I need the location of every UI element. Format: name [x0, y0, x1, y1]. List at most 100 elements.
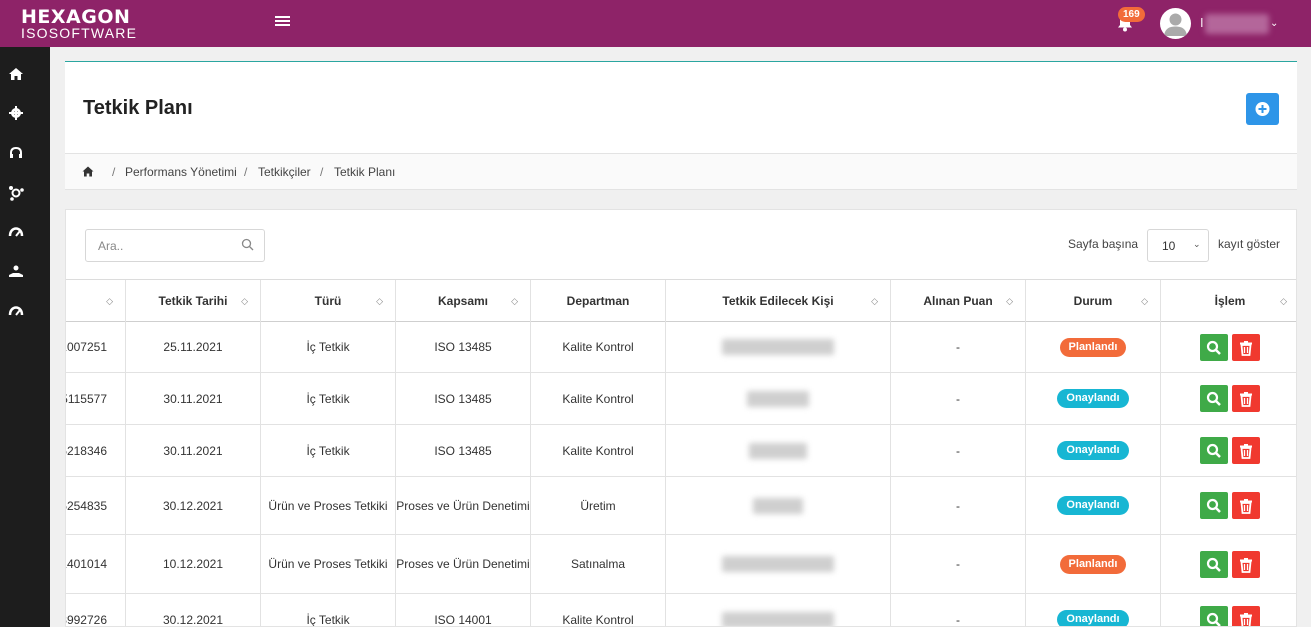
view-button[interactable]: [1200, 492, 1228, 519]
person-name-redacted: [753, 497, 803, 514]
cell-person: [666, 477, 891, 534]
person-name-redacted: [747, 390, 809, 407]
show-records-label: kayıt göster: [1218, 237, 1281, 251]
cell-score: -: [891, 425, 1026, 476]
cell-status: Onaylandı: [1026, 425, 1161, 476]
cell-person: [666, 373, 891, 424]
cell-date: 25.11.2021: [126, 322, 261, 372]
view-button[interactable]: [1200, 333, 1228, 361]
delete-button[interactable]: [1232, 333, 1260, 361]
add-button[interactable]: [1246, 93, 1279, 125]
speedometer-icon[interactable]: [8, 303, 24, 319]
column-header-score[interactable]: Alınan Puan ◇: [891, 280, 1026, 322]
table-card: Sayfa başına 10 ⌄ kayıt göster ◇ Tetkik …: [65, 209, 1297, 627]
table-row[interactable]: 5115577 30.11.2021 İç Tetkik ISO 13485 Kalit…: [66, 373, 1296, 425]
username-initial[interactable]: I: [1200, 15, 1204, 30]
cell-score: -: [891, 594, 1026, 626]
page-title: Tetkik Planı: [83, 97, 193, 119]
sidebar: [0, 47, 50, 627]
cell-date: 30.11.2021: [126, 373, 261, 424]
headset-icon[interactable]: [8, 145, 24, 161]
column-header-date[interactable]: Tetkik Tarihi ◇: [126, 280, 261, 322]
cell-department: Kalite Kontrol: [531, 425, 666, 476]
delete-button[interactable]: [1232, 492, 1260, 519]
cell-department: Satınalma: [531, 535, 666, 593]
breadcrumb: / Performans Yönetimi / Tetkikçiler / Te…: [65, 153, 1297, 190]
table-row[interactable]: 525483530.12.2021Ürün ve Proses TetkikiP…: [66, 477, 1296, 535]
network-icon[interactable]: [8, 185, 24, 201]
view-button[interactable]: [1200, 385, 1228, 412]
cell-scope: ISO 13485: [396, 373, 531, 424]
column-header-actions[interactable]: İşlem ◇: [1161, 280, 1296, 322]
status-badge: Onaylandı: [1057, 496, 1129, 515]
username-redacted: [1205, 14, 1269, 34]
cell-type: İç Tetkik: [261, 373, 396, 424]
cell-actions: [1161, 535, 1296, 593]
column-header-type[interactable]: Türü ◇: [261, 280, 396, 322]
speedometer-icon[interactable]: [8, 224, 24, 240]
view-button[interactable]: [1200, 437, 1228, 464]
cell-actions: [1161, 425, 1296, 476]
avatar[interactable]: [1160, 8, 1191, 39]
per-page-label: Sayfa başına: [1068, 237, 1139, 251]
trash-icon: [1240, 444, 1252, 459]
chevron-down-icon[interactable]: ⌄: [1270, 18, 1278, 29]
cell-scope: ISO 13485: [396, 322, 531, 372]
cell-score: -: [891, 322, 1026, 372]
sort-icon: ◇: [1141, 296, 1148, 306]
view-button[interactable]: [1200, 606, 1228, 626]
status-badge: Onaylandı: [1057, 441, 1129, 460]
column-header-department[interactable]: Departman: [531, 280, 666, 322]
view-button[interactable]: [1200, 550, 1228, 578]
cell-status: Planlandı: [1026, 322, 1161, 372]
cell-actions: [1161, 322, 1296, 372]
delete-button[interactable]: [1232, 437, 1260, 464]
cell-date: 30.11.2021: [126, 425, 261, 476]
status-badge: Planlandı: [1059, 337, 1127, 357]
table-header: ◇ Tetkik Tarihi ◇ Türü ◇ Kapsamı ◇ Departma…: [66, 279, 1296, 322]
search-icon: [1206, 340, 1221, 355]
cell-type: İç Tetkik: [261, 425, 396, 476]
hand-holding-icon[interactable]: [8, 263, 24, 279]
search-box[interactable]: [85, 229, 265, 262]
cell-no: 1007251: [66, 322, 126, 372]
table-row[interactable]: 521834630.11.2021İç TetkikISO 13485Kalit…: [66, 425, 1296, 477]
per-page-select[interactable]: 10 ⌄: [1147, 229, 1209, 262]
person-name-redacted: [722, 339, 834, 355]
search-input[interactable]: [98, 239, 228, 253]
cell-score: -: [891, 477, 1026, 534]
home-icon[interactable]: [8, 66, 24, 82]
table-row[interactable]: 140101410.12.2021Ürün ve Proses TetkikiP…: [66, 535, 1296, 594]
delete-button[interactable]: [1232, 550, 1260, 578]
gear-icon[interactable]: [8, 105, 24, 121]
column-header-status[interactable]: Durum ◇: [1026, 280, 1161, 322]
cell-actions: [1161, 373, 1296, 424]
column-header-person[interactable]: Tetkik Edilecek Kişi ◇: [666, 280, 891, 322]
cell-department: Kalite Kontrol: [531, 322, 666, 372]
table-row[interactable]: 100725125.11.2021İç TetkikISO 13485Kalit…: [66, 322, 1296, 373]
cell-score: -: [891, 535, 1026, 593]
column-header-scope[interactable]: Kapsamı ◇: [396, 280, 531, 322]
delete-button[interactable]: [1232, 606, 1260, 626]
cell-scope: Proses ve Ürün Denetimi: [396, 535, 531, 593]
status-badge: Planlandı: [1059, 554, 1127, 574]
trash-icon: [1240, 557, 1252, 573]
search-icon: [241, 238, 254, 251]
per-page-value: 10: [1162, 239, 1176, 253]
cell-person: [666, 425, 891, 476]
home-icon[interactable]: [82, 166, 94, 177]
cell-status: Onaylandı: [1026, 477, 1161, 534]
table-row[interactable]: 399272630.12.2021İç TetkikISO 14001Kalit…: [66, 594, 1296, 626]
brand-logo[interactable]: HEXAGON ISOSOFTWARE: [21, 7, 137, 40]
trash-icon: [1240, 392, 1252, 407]
menu-toggle-icon[interactable]: [275, 16, 290, 28]
cell-person: [666, 594, 891, 626]
cell-type: Ürün ve Proses Tetkiki: [261, 535, 396, 593]
cell-no: 3992726: [66, 594, 126, 626]
sort-icon: ◇: [376, 296, 383, 306]
breadcrumb-item-performans[interactable]: Performans Yönetimi: [125, 165, 237, 179]
breadcrumb-item-tetkikciler[interactable]: Tetkikçiler: [258, 165, 311, 179]
column-header-no[interactable]: ◇: [66, 280, 126, 322]
delete-button[interactable]: [1232, 385, 1260, 412]
cell-person: [666, 535, 891, 593]
